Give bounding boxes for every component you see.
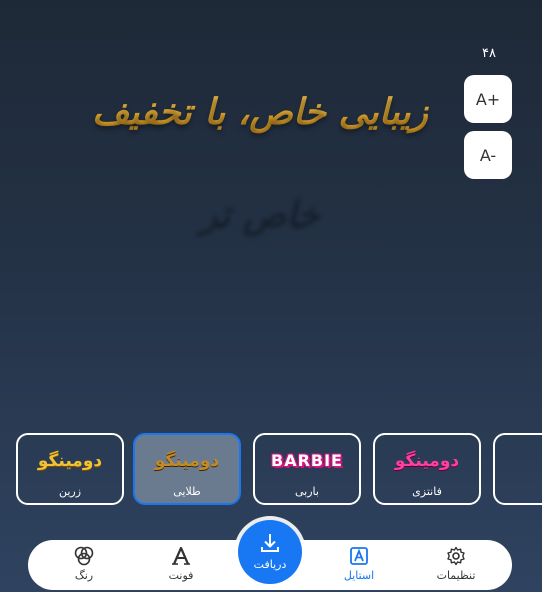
style-icon: [350, 547, 368, 565]
style-card-barbie[interactable]: BARBIE باربی: [253, 433, 361, 505]
nav-label-color: رنگ: [74, 569, 94, 582]
style-label: طلایی: [173, 485, 201, 498]
style-card-gold[interactable]: دومینگو طلایی: [133, 433, 241, 505]
style-preview: دومینگو: [154, 451, 220, 471]
font-icon: [172, 546, 190, 565]
style-card-golden[interactable]: دومینگو زرین: [16, 433, 124, 505]
style-card-partial[interactable]: [493, 433, 542, 505]
font-size-value: ۴۸: [482, 46, 496, 61]
style-preview: دومینگو: [394, 451, 460, 471]
nav-item-font[interactable]: فونت: [141, 540, 221, 590]
style-card-fantasy[interactable]: دومینگو فانتزی: [373, 433, 481, 505]
gear-icon: [447, 546, 465, 566]
download-icon: [261, 534, 279, 552]
nav-label-font: فونت: [168, 569, 194, 582]
nav-label-settings: تنظیمات: [436, 569, 476, 582]
style-preview: BARBIE: [271, 451, 343, 470]
download-button[interactable]: دریافت: [238, 520, 302, 584]
style-carousel[interactable]: دومینگو زرین دومینگو طلایی BARBIE باربی …: [0, 433, 542, 509]
palette-icon: [74, 546, 94, 566]
style-label: باربی: [295, 485, 319, 498]
nav-item-settings[interactable]: تنظیمات: [416, 540, 496, 590]
style-preview: دومینگو: [37, 451, 103, 471]
nav-item-style[interactable]: استایل: [319, 540, 399, 590]
decrease-font-button[interactable]: A-: [464, 131, 512, 179]
nav-item-color[interactable]: رنگ: [44, 540, 124, 590]
increase-font-button[interactable]: A+: [464, 75, 512, 123]
download-label: دریافت: [253, 558, 287, 571]
nav-label-style: استایل: [343, 569, 375, 582]
style-label: زرین: [58, 485, 82, 498]
style-label: فانتزی: [412, 485, 442, 498]
preview-text: زیبایی خاص، با تخفیف خاص تر: [60, 62, 460, 233]
